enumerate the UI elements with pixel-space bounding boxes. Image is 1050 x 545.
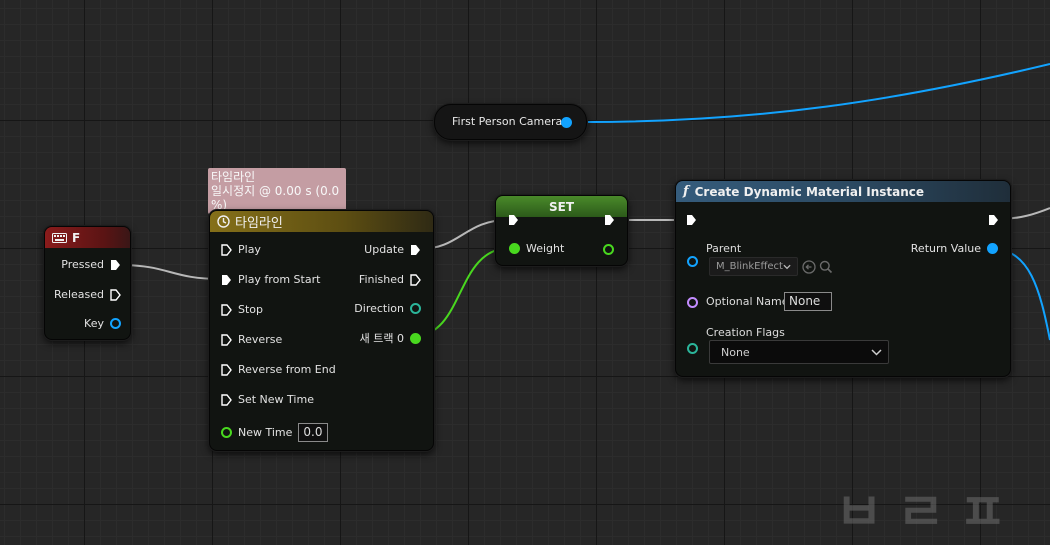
optional-name-label: Optional Name [706,295,789,308]
creation-flags-value: None [721,345,750,359]
key-node-header[interactable]: F [45,227,130,248]
weight-input-pin[interactable]: Weight [509,242,564,255]
timeline-status-tooltip: 타임라인 일시정지 @ 0.00 s (0.0 %) [208,168,346,214]
key-node-title: F [72,230,81,245]
exec-out-icon[interactable] [604,214,615,226]
float-pin-icon [509,243,520,254]
play-from-start-pin[interactable]: Play from Start [221,273,320,286]
key-pin[interactable]: Key [84,317,121,330]
object-pin-icon [987,243,998,254]
creation-flags-label: Creation Flags [706,326,785,339]
exec-hollow-icon [221,243,232,256]
parent-pin[interactable] [687,256,698,267]
finished-label: Finished [358,273,404,286]
exec-in-icon[interactable] [686,214,697,226]
pressed-exec-wire [118,264,222,280]
exec-hollow-icon [110,288,121,301]
new-time-input[interactable]: 0.0 [298,423,328,442]
update-label: Update [364,243,404,256]
set-node-title: SET [548,199,575,214]
creation-flags-pin[interactable] [687,343,698,354]
released-pin[interactable]: Released [54,288,121,301]
weight-output-pin[interactable] [603,244,614,255]
set-weight-node[interactable]: SET Weight [495,195,628,266]
tooltip-title: 타임라인 [211,170,256,184]
key-label: Key [84,317,104,330]
parent-label: Parent [706,242,742,255]
direction-label: Direction [354,302,404,315]
exec-filled-icon [111,259,120,270]
clock-icon [217,215,230,228]
create-dynamic-material-instance-node[interactable]: f Create Dynamic Material Instance Paren… [675,180,1011,377]
reverse-pin[interactable]: Reverse [221,333,282,346]
timeline-node[interactable]: 타임라인 Play Play from Start Stop Reverse R… [209,210,434,451]
pressed-label: Pressed [61,258,104,271]
first-person-camera-label: First Person Camera [452,115,563,128]
reverse-from-end-label: Reverse from End [238,363,336,376]
float-pin-icon [221,427,232,438]
exec-filled-icon [411,244,420,255]
new-time-pin[interactable]: New Time 0.0 [221,423,328,442]
exec-hollow-icon [221,393,232,406]
reverse-label: Reverse [238,333,283,346]
camera-output-pin[interactable] [561,117,572,128]
parent-asset-dropdown[interactable]: M_BlinkEffect [709,257,798,276]
browse-asset-search-icon[interactable] [819,260,833,274]
creation-flags-dropdown[interactable]: None [709,340,889,364]
watermark-logo: ㅂㄹㅍ [835,483,1021,543]
exec-hollow-icon [221,363,232,376]
optional-name-input[interactable]: None [784,292,832,311]
track-label: 새 트랙 0 [359,332,404,345]
cdmi-node-title: Create Dynamic Material Instance [694,184,925,199]
return-value-label: Return Value [910,242,981,255]
float-pin-icon [410,332,421,344]
stop-label: Stop [238,303,264,316]
keyboard-icon [52,232,67,243]
set-new-time-pin[interactable]: Set New Time [221,393,314,406]
exec-filled-icon [222,274,231,285]
direction-pin[interactable]: Direction [354,302,421,315]
finished-pin[interactable]: Finished [359,273,421,286]
play-from-start-label: Play from Start [238,273,321,286]
chevron-down-icon [871,348,882,356]
play-label: Play [238,243,261,256]
weight-label: Weight [526,242,565,255]
cdmi-node-header[interactable]: f Create Dynamic Material Instance [676,181,1010,202]
track-output-pin[interactable]: 새 트랙 0 [360,330,421,346]
exec-hollow-icon [221,333,232,346]
pressed-pin[interactable]: Pressed [61,258,121,271]
released-label: Released [54,288,104,301]
stop-pin[interactable]: Stop [221,303,263,316]
camera-wire [585,63,1050,123]
exec-in-icon[interactable] [508,214,519,226]
optional-name-pin[interactable] [687,297,698,308]
reverse-from-end-pin[interactable]: Reverse from End [221,363,336,376]
set-new-time-label: Set New Time [238,393,314,406]
parent-asset-value: M_BlinkEffect [716,261,783,272]
timeline-node-header[interactable]: 타임라인 [210,211,433,232]
chevron-down-icon [783,264,791,269]
tooltip-status: 일시정지 @ 0.00 s (0.0 %) [211,184,340,212]
key-event-node[interactable]: F Pressed Released Key [44,226,131,340]
use-selected-asset-icon[interactable] [802,260,816,274]
timeline-node-title: 타임라인 [235,216,283,231]
exec-hollow-icon [221,303,232,316]
function-icon: f [683,184,689,199]
new-time-label: New Time [238,426,293,439]
exec-hollow-icon [410,273,421,286]
key-struct-pin-icon [110,318,121,329]
play-pin[interactable]: Play [221,243,261,256]
first-person-camera-node[interactable]: First Person Camera [434,104,587,140]
exec-out-icon[interactable] [988,214,999,226]
enum-pin-icon [410,303,421,314]
return-value-pin[interactable]: Return Value [911,242,998,255]
update-pin[interactable]: Update [364,243,421,256]
